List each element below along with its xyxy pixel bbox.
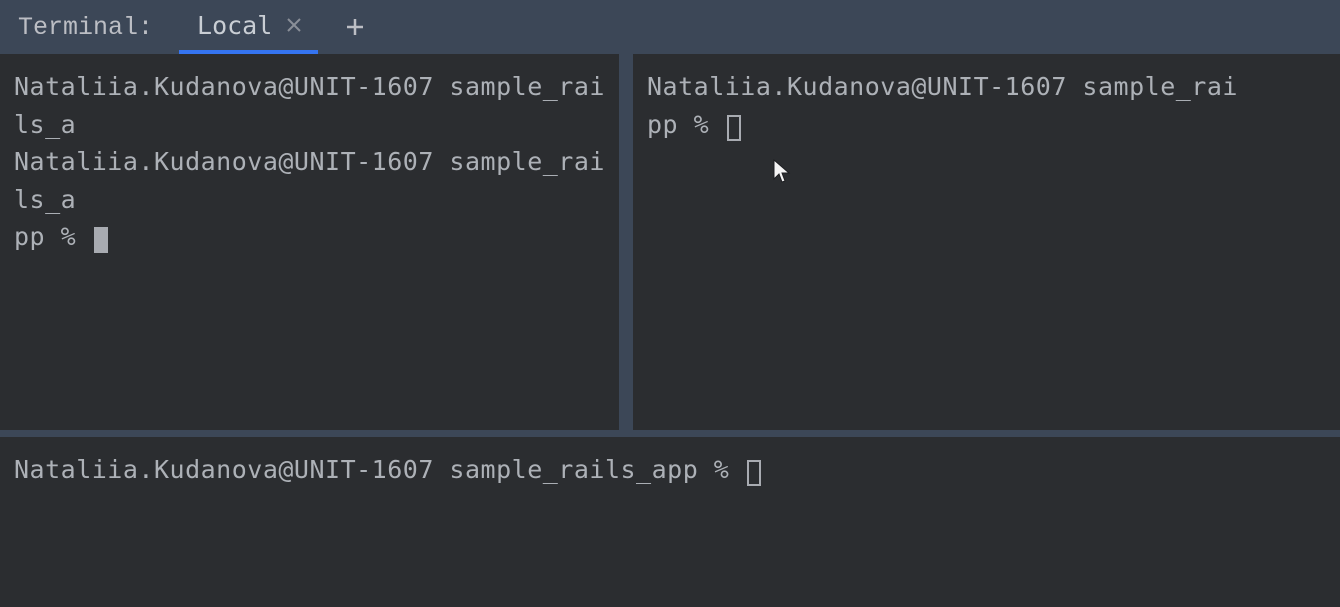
cursor-arrow-icon	[773, 158, 791, 184]
tab-local[interactable]: Local	[179, 0, 318, 54]
terminal-pane-top-left[interactable]: Nataliia.Kudanova@UNIT-1607 sample_rails…	[0, 54, 619, 430]
vertical-splitter[interactable]	[619, 54, 633, 430]
terminal-tab-bar: Terminal: Local	[0, 0, 1340, 54]
terminal-line: Nataliia.Kudanova@UNIT-1607 sample_rails…	[14, 451, 1326, 489]
terminal-line: pp %	[647, 106, 1326, 144]
tab-label: Local	[197, 11, 272, 40]
terminal-title: Terminal:	[18, 13, 153, 42]
terminal-pane-bottom[interactable]: Nataliia.Kudanova@UNIT-1607 sample_rails…	[0, 437, 1340, 607]
terminal-line: Nataliia.Kudanova@UNIT-1607 sample_rails…	[14, 143, 605, 218]
terminal-line: pp %	[14, 218, 605, 256]
close-icon[interactable]	[284, 15, 304, 35]
cursor-block-icon	[94, 227, 108, 253]
terminal-pane-top-right[interactable]: Nataliia.Kudanova@UNIT-1607 sample_rai p…	[633, 54, 1340, 430]
plus-icon[interactable]	[340, 12, 370, 42]
top-panes-container: Nataliia.Kudanova@UNIT-1607 sample_rails…	[0, 54, 1340, 430]
cursor-outline-icon	[747, 460, 761, 486]
terminal-line: Nataliia.Kudanova@UNIT-1607 sample_rai	[647, 68, 1326, 106]
terminal-line: Nataliia.Kudanova@UNIT-1607 sample_rails…	[14, 68, 605, 143]
cursor-outline-icon	[727, 115, 741, 141]
horizontal-splitter[interactable]	[0, 430, 1340, 437]
